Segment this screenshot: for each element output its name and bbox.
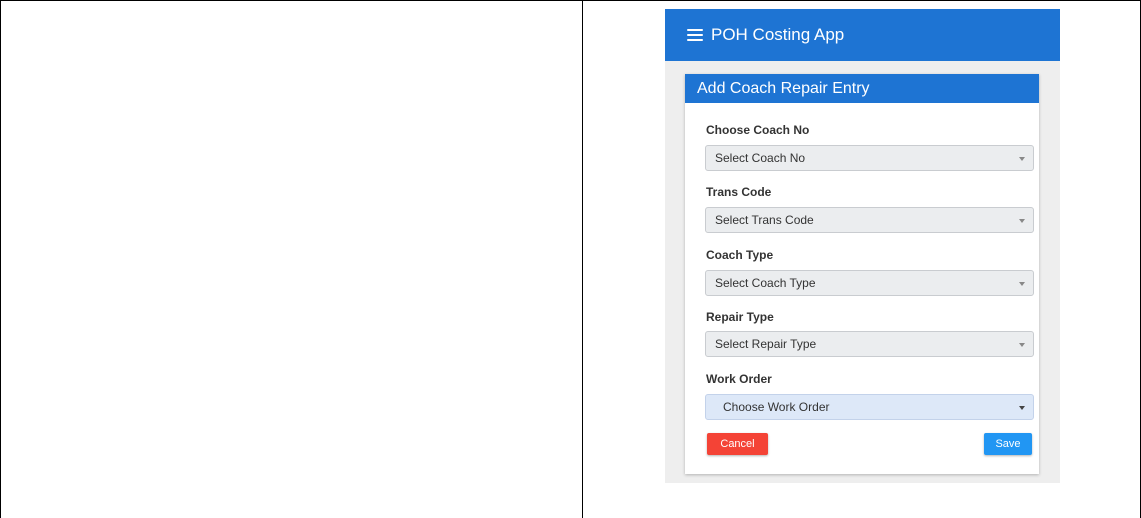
repair-type-select[interactable]: Select Repair Type (705, 331, 1034, 357)
menu-icon[interactable] (687, 29, 703, 41)
repair-type-select-value: Select Repair Type (715, 337, 817, 351)
column-divider (582, 0, 583, 518)
app-bar: POH Costing App (665, 9, 1060, 61)
repair-type-label: Repair Type (706, 310, 774, 324)
chevron-down-icon (1019, 343, 1025, 347)
coach-no-label: Choose Coach No (706, 123, 810, 137)
save-button[interactable]: Save (984, 433, 1032, 455)
app-title: POH Costing App (711, 25, 845, 44)
chevron-down-icon (1019, 219, 1025, 223)
work-order-select-value: Choose Work Order (723, 400, 830, 414)
card-title: Add Coach Repair Entry (697, 80, 870, 97)
trans-code-label: Trans Code (706, 185, 772, 199)
coach-type-select[interactable]: Select Coach Type (705, 270, 1034, 296)
work-order-select[interactable]: Choose Work Order (705, 394, 1034, 420)
coach-type-select-value: Select Coach Type (715, 276, 816, 290)
chevron-down-icon (1019, 282, 1025, 286)
chevron-down-icon (1019, 157, 1025, 161)
coach-type-label: Coach Type (706, 248, 774, 262)
trans-code-select-value: Select Trans Code (715, 213, 814, 227)
coach-repair-form: Add Coach Repair Entry Choose Coach No S… (685, 74, 1039, 474)
trans-code-select[interactable]: Select Trans Code (705, 207, 1034, 233)
mobile-screen: POH Costing App Add Coach Repair Entry C… (665, 9, 1060, 483)
cancel-button[interactable]: Cancel (707, 433, 768, 455)
work-order-label: Work Order (706, 372, 772, 386)
coach-no-select[interactable]: Select Coach No (705, 145, 1034, 171)
card-header: Add Coach Repair Entry (685, 74, 1039, 103)
chevron-down-icon (1019, 406, 1025, 410)
coach-no-select-value: Select Coach No (715, 151, 806, 165)
